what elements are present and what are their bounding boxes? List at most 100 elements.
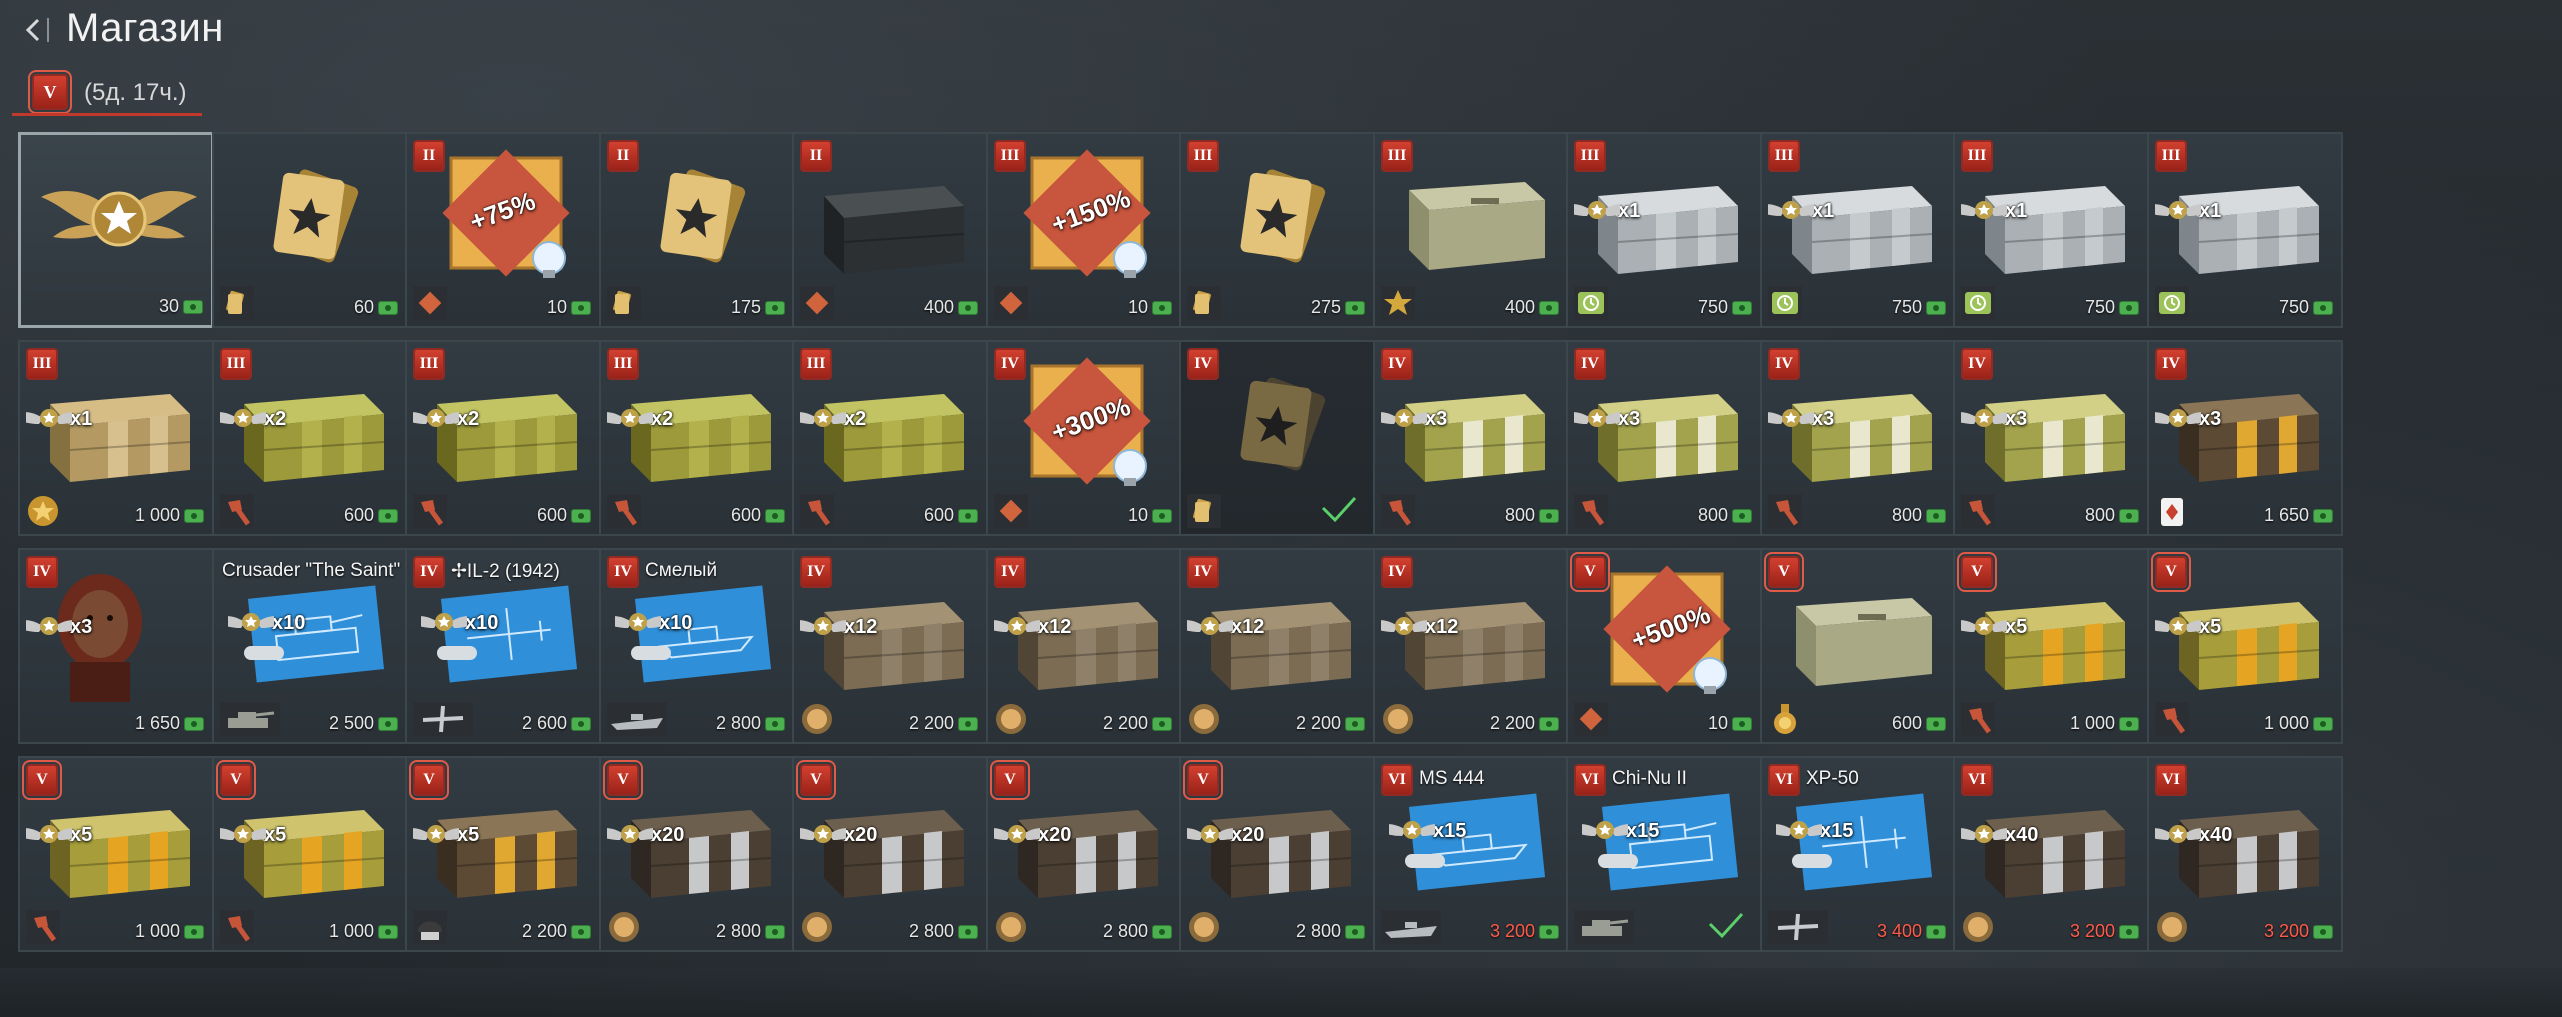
item-title: ✢IL-2 (1942) — [451, 561, 560, 582]
shop-item[interactable]: Vx20 2 800 — [792, 756, 988, 952]
shop-item[interactable]: Vx5 2 200 — [405, 756, 601, 952]
shop-item[interactable]: V 600 — [1760, 548, 1956, 744]
shop-item[interactable]: VI x40 3 200 — [2147, 756, 2343, 952]
shop-item[interactable]: Crusader "The Saint" x10 2 500 — [212, 548, 408, 744]
quantity-label: x12 — [1231, 616, 1265, 638]
shop-item[interactable]: IV x12 2 200 — [1179, 548, 1375, 744]
shop-item[interactable]: III 275 — [1179, 132, 1375, 328]
shop-item[interactable]: Vx20 2 800 — [986, 756, 1182, 952]
shop-item[interactable]: IV +300% 10 — [986, 340, 1182, 536]
medal-icon — [2155, 910, 2189, 944]
quantity-label: x5 — [2199, 616, 2222, 638]
rank-badge: IV — [994, 556, 1026, 588]
price-value: 1 650 — [2263, 505, 2309, 525]
shop-item[interactable]: IV x3 800 — [1760, 340, 1956, 536]
shop-item[interactable]: IV ✢IL-2 (1942) x10 2 600 — [405, 548, 601, 744]
shop-item[interactable]: III +150% 10 — [986, 132, 1182, 328]
golden-eagles-icon — [183, 299, 203, 314]
quantity-label: x12 — [844, 616, 878, 638]
price: 750 — [2085, 297, 2139, 318]
gold-medal-icon — [1768, 702, 1802, 736]
tab-timer: (5д. 17ч.) — [84, 79, 187, 106]
shop-item[interactable]: II 400 — [792, 132, 988, 328]
back-button[interactable] — [14, 8, 54, 52]
shop-item[interactable]: Vx20 2 800 — [599, 756, 795, 952]
rank-wings-icon — [2149, 404, 2218, 437]
golden-eagles-icon — [958, 716, 978, 731]
shop-item[interactable]: III x1 1 000 — [18, 340, 214, 536]
shop-item[interactable]: VI x40 3 200 — [1953, 756, 2149, 952]
golden-eagles-icon — [1539, 300, 1559, 315]
torch-icon — [1768, 494, 1802, 528]
shop-item[interactable]: III x1 750 — [2147, 132, 2343, 328]
price: 3 200 — [2264, 921, 2333, 942]
header: Магазин — [0, 0, 2562, 62]
shop-item[interactable]: Vx5 1 000 — [2147, 548, 2343, 744]
shop-item[interactable]: III 400 — [1373, 132, 1569, 328]
shop-item[interactable]: III x2 600 — [405, 340, 601, 536]
shop-item[interactable]: IV x12 2 200 — [792, 548, 988, 744]
price-value: 600 — [536, 505, 567, 525]
tab-rank-v[interactable]: V (5д. 17ч.) — [12, 66, 202, 116]
shop-item[interactable]: II 175 — [599, 132, 795, 328]
price-value: 750 — [2084, 297, 2115, 317]
shop-item[interactable]: VI Chi-Nu II x15 — [1566, 756, 1762, 952]
shop-item[interactable]: Vx5 1 000 — [212, 756, 408, 952]
price: 2 200 — [1490, 713, 1559, 734]
shop-item[interactable]: III x2 600 — [792, 340, 988, 536]
shop-item[interactable]: IV x3 800 — [1566, 340, 1762, 536]
clock-icon — [1961, 286, 1995, 320]
shop-item[interactable]: IV x3 1 650 — [2147, 340, 2343, 536]
price: 600 — [344, 505, 398, 526]
price-value: 2 800 — [1102, 921, 1148, 941]
shop-item[interactable]: 60 — [212, 132, 408, 328]
shop-item[interactable]: IV Смелый x10 2 800 — [599, 548, 795, 744]
shop-item[interactable]: Vx20 2 800 — [1179, 756, 1375, 952]
shop-item[interactable]: III x1 750 — [1953, 132, 2149, 328]
shop-item[interactable]: III x2 600 — [599, 340, 795, 536]
shop-item[interactable]: VI XP-50 x15 3 400 — [1760, 756, 1956, 952]
helmet-icon — [413, 910, 447, 944]
price: 3 200 — [2070, 921, 2139, 942]
shop-item[interactable]: IV x3 800 — [1953, 340, 2149, 536]
price: 600 — [1892, 713, 1946, 734]
medal-icon — [607, 910, 641, 944]
golden-eagles-icon — [1345, 716, 1365, 731]
shop-item[interactable]: IV x12 2 200 — [986, 548, 1182, 744]
shop-item[interactable]: IV x3 1 650 — [18, 548, 214, 744]
shop-item[interactable]: III x1 750 — [1760, 132, 1956, 328]
item-title: Crusader "The Saint" — [222, 560, 401, 581]
price: 800 — [1698, 505, 1752, 526]
golden-eagles-icon — [1732, 508, 1752, 523]
price-value: 10 — [1707, 713, 1728, 733]
rank-badge: V — [990, 760, 1030, 800]
price: 2 800 — [716, 921, 785, 942]
shop-item[interactable]: Vx5 1 000 — [18, 756, 214, 952]
price: 1 000 — [135, 505, 204, 526]
rank-wings-icon — [2149, 196, 2218, 229]
shop-item[interactable]: 30 — [18, 132, 214, 328]
quantity-label: x5 — [457, 824, 480, 846]
medal-icon — [1187, 910, 1221, 944]
rank-wings-icon — [20, 820, 89, 853]
shop-item[interactable]: Vx5 1 000 — [1953, 548, 2149, 744]
price: 400 — [1505, 297, 1559, 318]
quantity-label: x12 — [1425, 616, 1459, 638]
shop-item[interactable]: IV — [1179, 340, 1375, 536]
rank-badge: V — [1183, 760, 1223, 800]
shop-item[interactable]: III x2 600 — [212, 340, 408, 536]
medal-icon — [800, 702, 834, 736]
shop-item[interactable]: V +500% 10 — [1566, 548, 1762, 744]
shop-item[interactable]: III x1 750 — [1566, 132, 1762, 328]
shop-item[interactable]: II +75% 10 — [405, 132, 601, 328]
quantity-label: x12 — [1038, 616, 1072, 638]
rank-badge: III — [1187, 140, 1219, 172]
price: 3 200 — [1490, 921, 1559, 942]
shop-item[interactable]: VI MS 444 x15 3 200 — [1373, 756, 1569, 952]
quantity-label: x1 — [70, 408, 93, 430]
shop-grid: 30 60 II +75% 10 II 175 II 400 III +150% 10 II… — [18, 132, 2544, 966]
shop-item[interactable]: IV x12 2 200 — [1373, 548, 1569, 744]
clock-icon — [1768, 286, 1802, 320]
rank-badge: V — [603, 760, 643, 800]
shop-item[interactable]: IV x3 800 — [1373, 340, 1569, 536]
